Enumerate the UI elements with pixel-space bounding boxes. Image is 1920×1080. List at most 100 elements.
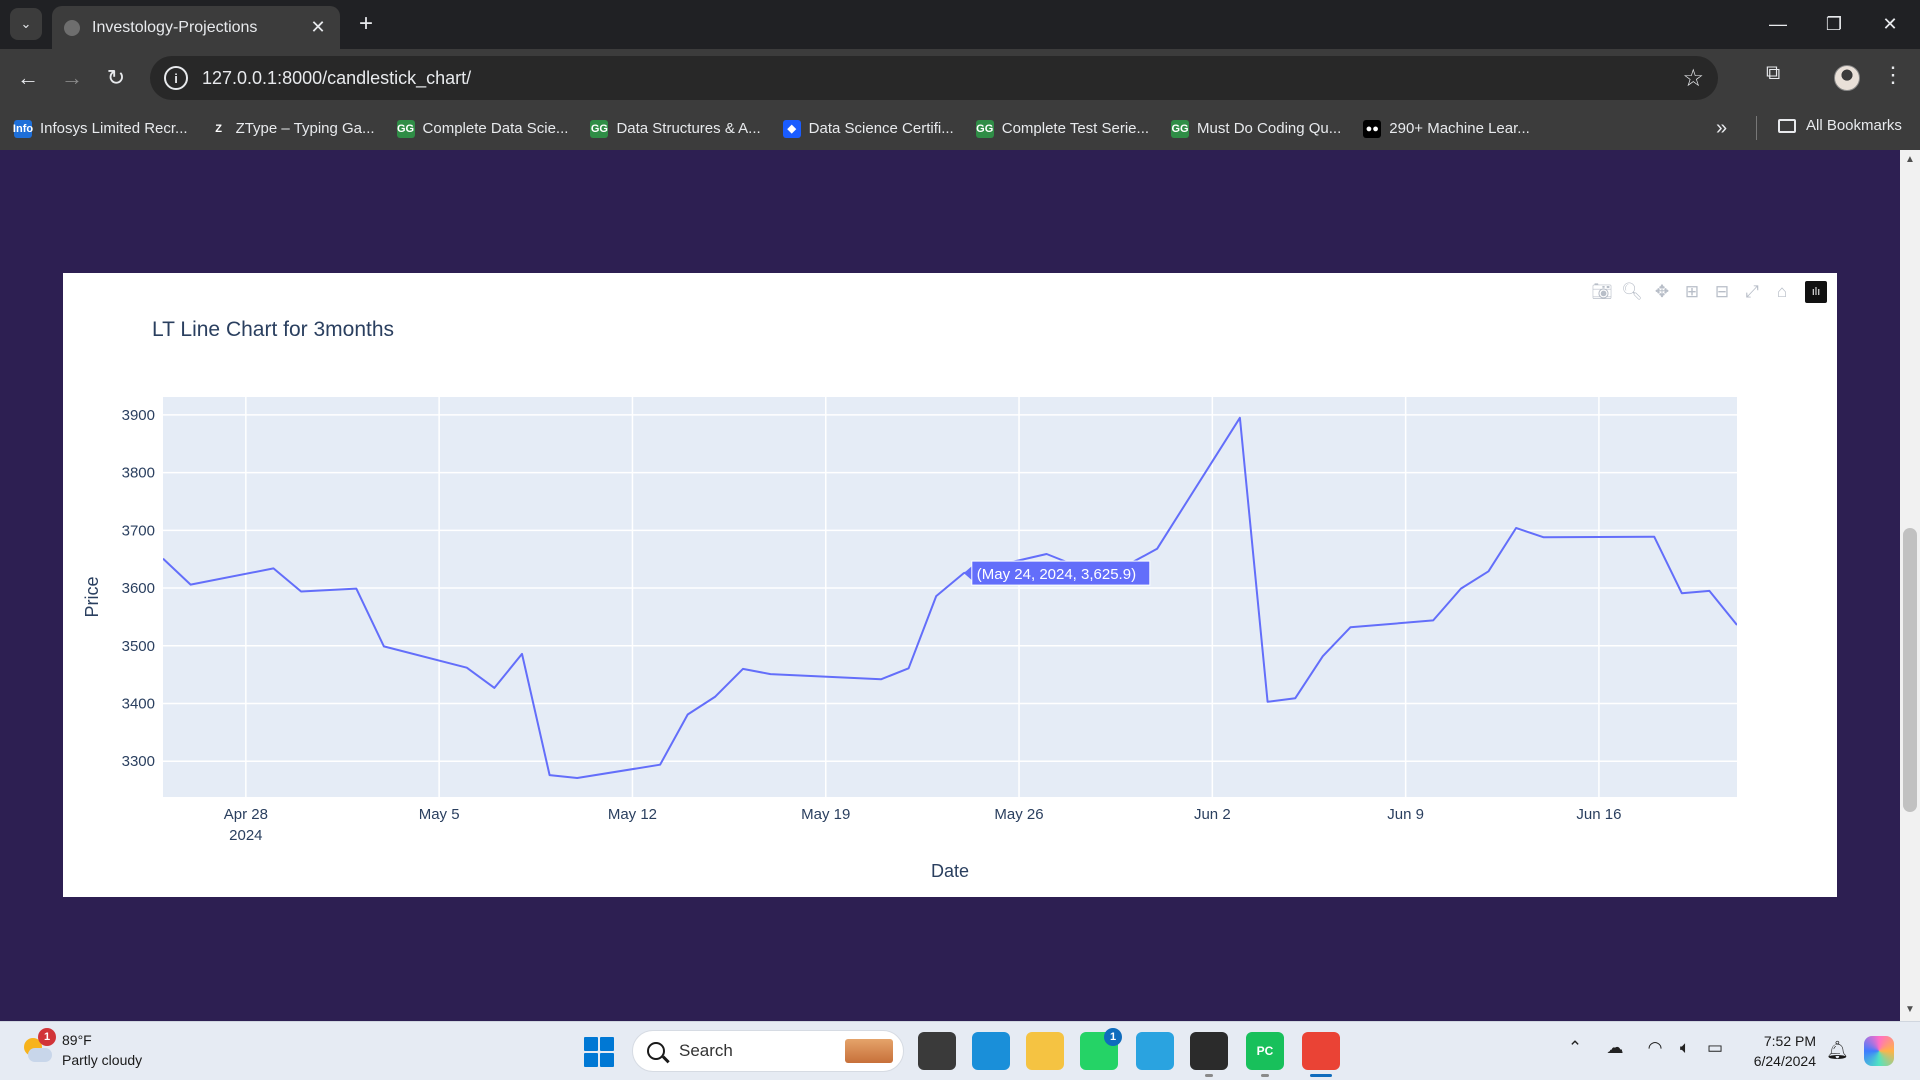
tab-title: Investology-Projections [92, 18, 258, 36]
bookmark-label: Must Do Coding Qu... [1197, 120, 1342, 137]
taskbar-search[interactable]: Search [632, 1030, 904, 1072]
tab-active[interactable]: Investology-Projections ✕ [52, 6, 340, 49]
all-bookmarks-button[interactable]: All Bookmarks [1778, 117, 1902, 134]
bookmark-label: ZType – Typing Ga... [235, 120, 375, 137]
camera-icon[interactable]: 📷︎ [1587, 279, 1617, 305]
app-notification-badge: 1 [1104, 1028, 1122, 1046]
bookmark-item[interactable]: GG Must Do Coding Qu... [1171, 119, 1342, 138]
forward-button[interactable]: → [56, 62, 88, 94]
bookmark-item[interactable]: GG Data Structures & A... [590, 119, 761, 138]
x-tick-label: May 5 [419, 806, 460, 823]
bookmark-label: 290+ Machine Lear... [1389, 120, 1530, 137]
wifi-icon[interactable]: ◠ [1640, 1038, 1670, 1058]
back-button[interactable]: ← [12, 62, 44, 94]
pan-icon[interactable]: ✥ [1647, 279, 1677, 305]
bookmarks-bar: Info Infosys Limited Recr... Z ZType – Typi… [0, 107, 1920, 150]
bookmark-star-icon[interactable]: ☆ [1682, 64, 1704, 93]
geeksforgeeks-icon: GG [396, 119, 415, 138]
chrome-icon[interactable] [1302, 1032, 1340, 1070]
search-icon [647, 1042, 665, 1060]
all-bookmarks-label: All Bookmarks [1806, 117, 1902, 134]
address-bar[interactable]: i 127.0.0.1:8000/candlestick_chart/ ☆ [150, 56, 1718, 100]
tab-search-button[interactable]: ⌄ [10, 8, 42, 40]
ztype-icon: Z [209, 119, 228, 138]
task-view-icon[interactable] [918, 1032, 956, 1070]
clock[interactable]: 7:52 PM 6/24/2024 [1742, 1031, 1816, 1071]
bookmark-item[interactable]: ◆ Data Science Certifi... [782, 119, 954, 138]
y-axis-title: Price [82, 576, 102, 617]
running-indicator [1310, 1074, 1332, 1077]
system-tray: ⌃ ☁ ◠ 🔈︎ ▭ [1560, 1038, 1730, 1058]
onedrive-icon[interactable]: ☁ [1600, 1038, 1630, 1058]
extensions-icon[interactable]: ⧉ [1766, 62, 1794, 90]
telegram-icon[interactable] [1136, 1032, 1174, 1070]
bookmarks-divider [1756, 116, 1757, 140]
bookmark-item[interactable]: Z ZType – Typing Ga... [209, 119, 375, 138]
terminal-icon[interactable] [1190, 1032, 1228, 1070]
datascience-icon: ◆ [782, 119, 801, 138]
more-bookmarks-icon[interactable]: » [1716, 117, 1727, 140]
y-tick-label: 3700 [122, 522, 155, 539]
bookmark-label: Data Science Certifi... [808, 120, 954, 137]
bookmark-item[interactable]: Info Infosys Limited Recr... [13, 119, 188, 138]
weather-description: Partly cloudy [62, 1052, 143, 1068]
zoom-icon[interactable]: 🔍︎ [1617, 279, 1647, 305]
windows-start-icon[interactable] [584, 1037, 614, 1067]
line-chart[interactable]: LT Line Chart for 3months 3300 3400 3500 360… [63, 273, 1837, 897]
medium-icon: ●● [1363, 119, 1382, 138]
x-tick-label: Jun 2 [1194, 806, 1231, 823]
profile-avatar[interactable] [1834, 65, 1860, 91]
chart-modebar: 📷︎ 🔍︎ ✥ ⊞ ⊟ ⤢ ⌂ ılı [1587, 279, 1827, 305]
bookmark-item[interactable]: GG Complete Test Serie... [975, 119, 1150, 138]
zoom-out-icon[interactable]: ⊟ [1707, 279, 1737, 305]
plotly-logo-icon[interactable]: ılı [1805, 281, 1827, 303]
bookmark-label: Complete Data Scie... [422, 120, 569, 137]
pycharm-icon[interactable]: PC [1246, 1032, 1284, 1070]
chart-card: LT Line Chart for 3months 3300 3400 3500 360… [63, 273, 1837, 897]
site-info-icon[interactable]: i [164, 66, 188, 90]
url-text[interactable]: 127.0.0.1:8000/candlestick_chart/ [202, 68, 471, 89]
minimize-button[interactable]: — [1750, 0, 1806, 49]
restore-button[interactable]: ❐ [1806, 0, 1862, 49]
copilot-icon[interactable] [1864, 1036, 1894, 1066]
bookmark-item[interactable]: GG Complete Data Scie... [396, 119, 569, 138]
search-label: Search [679, 1041, 733, 1060]
infosys-icon: Info [13, 119, 33, 138]
edge-icon[interactable] [972, 1032, 1010, 1070]
geeksforgeeks-icon: GG [590, 119, 609, 138]
plot-area [163, 397, 1737, 797]
new-tab-button[interactable]: + [352, 10, 380, 38]
clock-date: 6/24/2024 [1753, 1053, 1816, 1069]
close-tab-icon[interactable]: ✕ [308, 17, 328, 38]
scrollbar-thumb[interactable] [1903, 528, 1917, 812]
notification-bell-icon[interactable]: 🔔︎ [1826, 1040, 1849, 1061]
kebab-menu-icon[interactable]: ⋮ [1882, 62, 1904, 88]
bookmark-label: Complete Test Serie... [1001, 120, 1150, 137]
chevron-up-icon[interactable]: ⌃ [1560, 1038, 1590, 1058]
scroll-up-icon[interactable]: ▲ [1903, 154, 1917, 165]
x-tick-label: Apr 28 [224, 806, 268, 823]
y-tick-label: 3300 [122, 753, 155, 770]
x-tick-label: May 26 [994, 806, 1043, 823]
bookmark-label: Infosys Limited Recr... [40, 120, 188, 137]
volume-icon[interactable]: 🔈︎ [1670, 1038, 1700, 1058]
file-explorer-icon[interactable] [1026, 1032, 1064, 1070]
running-indicator [1261, 1074, 1269, 1077]
reset-axes-icon[interactable]: ⌂ [1767, 279, 1797, 305]
weather-notification-badge: 1 [38, 1028, 56, 1046]
reload-button[interactable]: ↻ [100, 62, 132, 94]
zoom-in-icon[interactable]: ⊞ [1677, 279, 1707, 305]
chevron-down-icon: ⌄ [20, 16, 32, 31]
x-axis-title: Date [931, 861, 969, 881]
scroll-down-icon[interactable]: ▼ [1903, 1004, 1917, 1015]
clock-time: 7:52 PM [1763, 1033, 1816, 1049]
battery-icon[interactable]: ▭ [1700, 1038, 1730, 1058]
x-tick-label: Jun 9 [1387, 806, 1424, 823]
bookmark-item[interactable]: ●● 290+ Machine Lear... [1363, 119, 1530, 138]
y-tick-label: 3600 [122, 580, 155, 597]
x-tick-label: May 12 [608, 806, 657, 823]
geeksforgeeks-icon: GG [1171, 119, 1190, 138]
y-tick-label: 3500 [122, 638, 155, 655]
close-window-button[interactable]: ✕ [1862, 0, 1918, 49]
autoscale-icon[interactable]: ⤢ [1737, 279, 1767, 305]
